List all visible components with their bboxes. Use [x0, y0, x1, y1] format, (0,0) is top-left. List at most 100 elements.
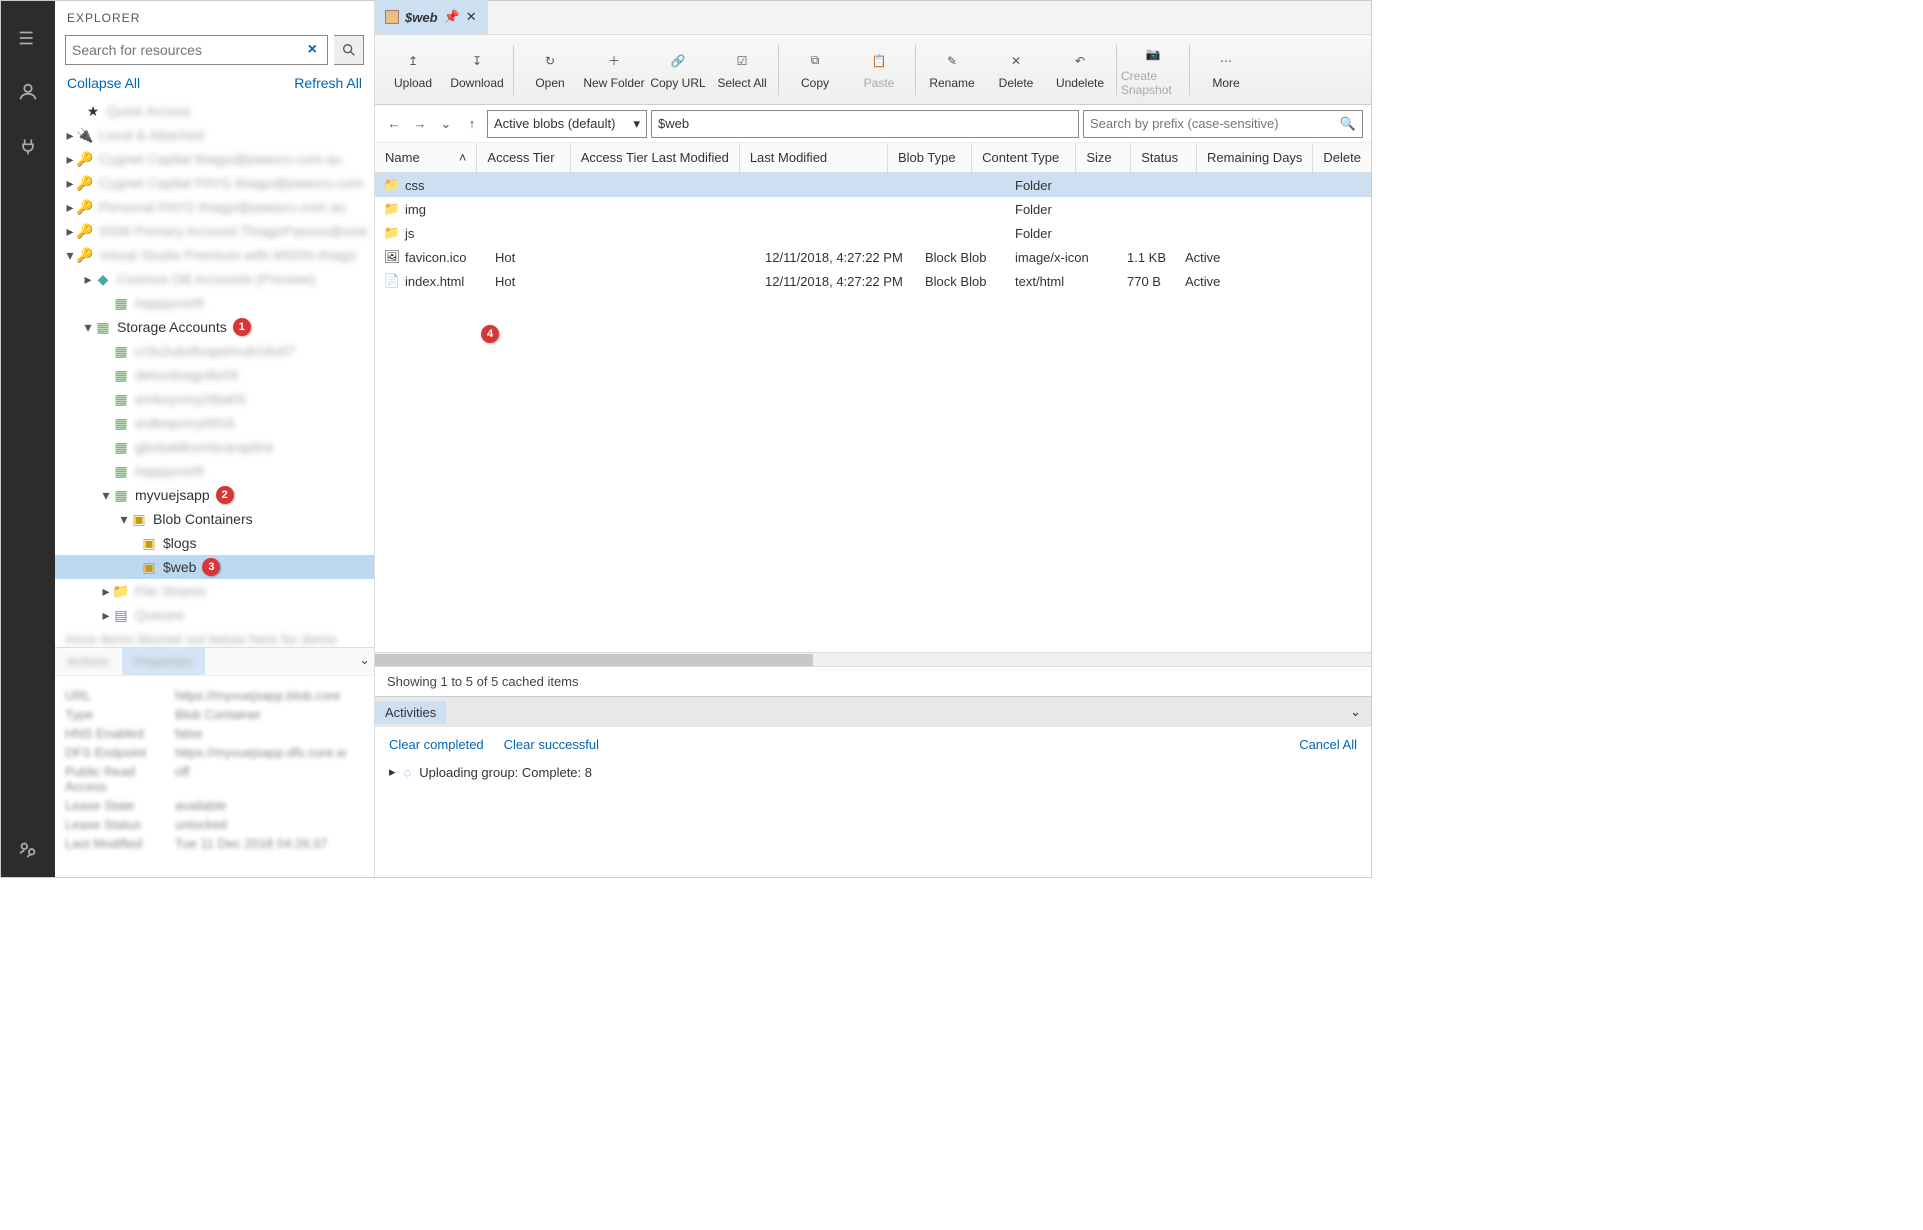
search-clear-icon[interactable]: × [304, 41, 321, 59]
table-row[interactable]: 📁cssFolder [375, 173, 1371, 197]
plug-activity-icon[interactable] [13, 131, 43, 161]
tree-item[interactable]: ▸🔌Local & Attached [55, 123, 374, 147]
delete-icon: ✕ [1005, 50, 1027, 72]
tree-item-web[interactable]: ▣ $web 3 [55, 555, 374, 579]
col-name[interactable]: Name ˄ [375, 143, 477, 172]
actions-tab[interactable]: Actions [55, 648, 122, 675]
col-content-type[interactable]: Content Type [972, 143, 1076, 172]
resource-search-box[interactable]: × [65, 35, 328, 65]
tree-item[interactable]: ▦ernkoycmy2tba05 [55, 387, 374, 411]
nav-back-icon[interactable]: ← [383, 113, 405, 135]
tree-item[interactable]: ▸🔑Cygnet Capital PAYG thiago@paasco.com [55, 171, 374, 195]
col-tier-modified[interactable]: Access Tier Last Modified [571, 143, 740, 172]
nav-dropdown-icon[interactable]: ⌄ [435, 113, 457, 135]
undelete-icon: ↶ [1069, 50, 1091, 72]
tree-item[interactable]: ▦gltobaldlcomtcarapline [55, 435, 374, 459]
collapse-all-link[interactable]: Collapse All [67, 75, 140, 91]
storage-icon: ▦ [95, 319, 111, 335]
rename-button[interactable]: ✎Rename [920, 35, 984, 104]
horizontal-scrollbar[interactable] [375, 652, 1371, 666]
tree-item[interactable]: ▦detncitoagc8e09 [55, 363, 374, 387]
clear-successful-link[interactable]: Clear successful [504, 737, 599, 752]
paste-button[interactable]: 📋Paste [847, 35, 911, 104]
undelete-button[interactable]: ↶Undelete [1048, 35, 1112, 104]
properties-panel: ⌄ Actions Properties URLhttps://myvuejsa… [55, 647, 374, 877]
tree-item[interactable]: ★Quick Access [55, 99, 374, 123]
tree-label: Storage Accounts [117, 319, 227, 335]
copyurl-button[interactable]: 🔗Copy URL [646, 35, 710, 104]
open-button[interactable]: ↻Open [518, 35, 582, 104]
tree-item[interactable]: more items blurred out below here for de… [55, 627, 374, 647]
search-button[interactable] [334, 35, 364, 65]
chevron-down-icon[interactable]: ⌄ [1350, 704, 1361, 720]
close-icon[interactable]: ✕ [466, 9, 477, 25]
main-area: $web 📌 ✕ ↥Upload ↧Download ↻Open ＋New Fo… [375, 1, 1371, 877]
tree-item-blob-containers[interactable]: ▾▣ Blob Containers [55, 507, 374, 531]
account-activity-icon[interactable] [13, 77, 43, 107]
more-button[interactable]: ⋯More [1194, 35, 1258, 104]
status-text: Showing 1 to 5 of 5 cached items [375, 666, 1371, 696]
pin-icon[interactable]: 📌 [444, 9, 460, 25]
tree-item[interactable]: ▸📁File Shares [55, 579, 374, 603]
col-last-modified[interactable]: Last Modified [740, 143, 888, 172]
tree-item[interactable]: ▦erdkepcmy9916 [55, 411, 374, 435]
prefix-search-input[interactable] [1090, 116, 1340, 131]
nav-forward-icon[interactable]: → [409, 113, 431, 135]
col-size[interactable]: Size [1076, 143, 1131, 172]
col-blob-type[interactable]: Blob Type [888, 143, 972, 172]
editor-tab[interactable]: $web 📌 ✕ [375, 0, 488, 34]
table-row[interactable]: 📁imgFolder [375, 197, 1371, 221]
container-icon: ▣ [141, 535, 157, 551]
refresh-all-link[interactable]: Refresh All [294, 75, 362, 91]
cell-contenttype: Folder [1005, 202, 1117, 217]
tree-item[interactable]: ▸▤Queues [55, 603, 374, 627]
grid-header: Name ˄ Access Tier Access Tier Last Modi… [375, 143, 1371, 173]
paste-icon: 📋 [868, 50, 890, 72]
resource-search-input[interactable] [72, 42, 304, 58]
activity-bar [1, 1, 55, 877]
path-input[interactable]: $web [651, 110, 1079, 138]
explorer-activity-icon[interactable] [13, 23, 43, 53]
col-deleted[interactable]: Delete [1313, 143, 1371, 172]
tree-label: Blob Containers [153, 511, 253, 527]
search-icon[interactable]: 🔍 [1340, 116, 1356, 132]
tree-item[interactable]: ▸🔑SSW Primary Account ThiagoPassos@ssw [55, 219, 374, 243]
col-status[interactable]: Status [1131, 143, 1197, 172]
tree-item[interactable]: ▦happyconft [55, 291, 374, 315]
panel-collapse-icon[interactable]: ⌄ [359, 652, 370, 668]
nav-up-icon[interactable]: ↑ [461, 113, 483, 135]
tree-item-storage-accounts[interactable]: ▾▦ Storage Accounts 1 [55, 315, 374, 339]
download-button[interactable]: ↧Download [445, 35, 509, 104]
col-access-tier[interactable]: Access Tier [477, 143, 570, 172]
snapshot-button[interactable]: 📷Create Snapshot [1121, 35, 1185, 104]
tree-item[interactable]: ▾🔑Visual Studio Premium with MSDN thiago [55, 243, 374, 267]
tree-item[interactable]: ▦happyconft [55, 459, 374, 483]
tree-item[interactable]: ▸🔑Personal PAYG thiago@paasco.com.au [55, 195, 374, 219]
col-remaining[interactable]: Remaining Days [1197, 143, 1313, 172]
activities-header[interactable]: Activities ⌄ [375, 697, 1371, 727]
tree-item[interactable]: ▸🔑Cygnet Capital thiago@paasco.com.au [55, 147, 374, 171]
properties-tab[interactable]: Properties [122, 648, 205, 675]
table-row[interactable]: 📁jsFolder [375, 221, 1371, 245]
tree-item[interactable]: ▦cr3u2ubr8capehrub18o07 [55, 339, 374, 363]
activity-item[interactable]: ▸ ◌ Uploading group: Complete: 8 [389, 764, 1357, 780]
newfolder-button[interactable]: ＋New Folder [582, 35, 646, 104]
copy-button[interactable]: ⧉Copy [783, 35, 847, 104]
feedback-activity-icon[interactable] [13, 835, 43, 865]
selectall-button[interactable]: ☑Select All [710, 35, 774, 104]
tree-item[interactable]: ▸◆Cosmos DB Accounts (Preview) [55, 267, 374, 291]
clear-completed-link[interactable]: Clear completed [389, 737, 484, 752]
file-icon: 📄 [385, 274, 399, 288]
tree-item-myvuejsapp[interactable]: ▾▦ myvuejsapp 2 [55, 483, 374, 507]
table-row[interactable]: 📄index.htmlHot12/11/2018, 4:27:22 PMBloc… [375, 269, 1371, 293]
cancel-all-link[interactable]: Cancel All [1299, 737, 1357, 752]
tree-item-logs[interactable]: ▣ $logs [55, 531, 374, 555]
plug-icon: 🔌 [77, 127, 93, 143]
expand-icon[interactable]: ▸ [389, 764, 396, 780]
prefix-search-box[interactable]: 🔍 [1083, 110, 1363, 138]
upload-button[interactable]: ↥Upload [381, 35, 445, 104]
filter-dropdown[interactable]: Active blobs (default) [487, 110, 647, 138]
delete-button[interactable]: ✕Delete [984, 35, 1048, 104]
table-row[interactable]: 🖼favicon.icoHot12/11/2018, 4:27:22 PMBlo… [375, 245, 1371, 269]
annotation-badge-1: 1 [233, 318, 251, 336]
